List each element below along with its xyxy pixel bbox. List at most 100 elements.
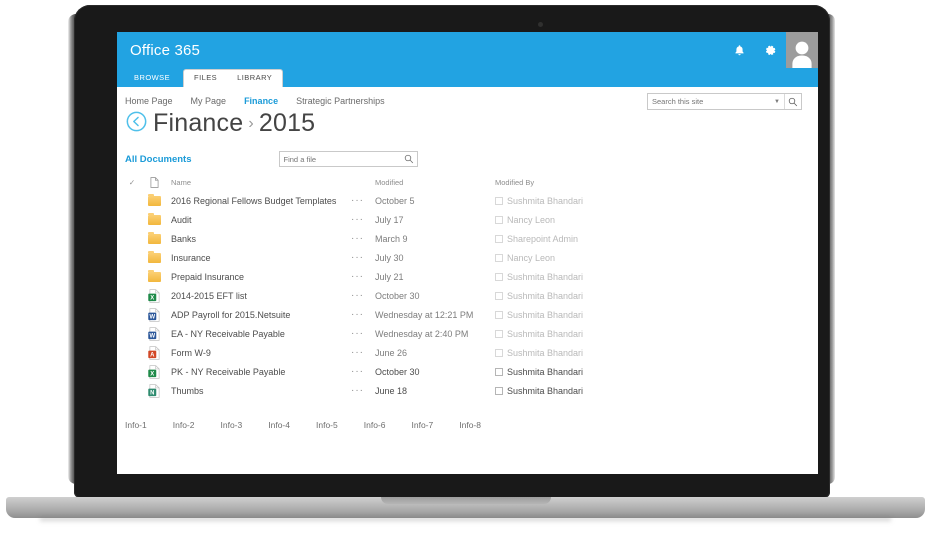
page-title-row: Finance › 2015 (117, 106, 818, 139)
row-ellipsis-menu[interactable]: ··· (351, 290, 375, 301)
row-ellipsis-menu[interactable]: ··· (351, 309, 375, 320)
row-name-link[interactable]: EA - NY Receivable Payable (171, 329, 285, 339)
row-modified-by-label: Sushmita Bhandari (507, 385, 584, 396)
column-header-modified-by[interactable]: Modified By (495, 178, 665, 187)
row-name-link[interactable]: Insurance (171, 253, 211, 263)
tab-browse[interactable]: BROWSE (125, 73, 179, 87)
footer-link-8[interactable]: Info-8 (459, 420, 481, 430)
row-name-link[interactable]: Prepaid Insurance (171, 272, 244, 282)
ribbon-selected-group: FILES LIBRARY (183, 69, 284, 87)
row-name-link[interactable]: Form W-9 (171, 348, 211, 358)
bell-icon[interactable] (724, 32, 755, 68)
row-ellipsis-menu[interactable]: ··· (351, 328, 375, 339)
word-file-icon: W (147, 326, 160, 341)
row-ellipsis-menu[interactable]: ··· (351, 385, 375, 396)
footer-link-6[interactable]: Info-6 (364, 420, 386, 430)
row-modified-by: Sushmita Bhandari (495, 291, 665, 301)
row-file-type-icon (141, 231, 167, 244)
site-search-input[interactable] (648, 96, 773, 107)
excel-file-icon: X (147, 288, 160, 303)
table-row[interactable]: X 2014-2015 EFT list ··· October 30 Sushmita… (117, 286, 818, 305)
table-row[interactable]: W EA - NY Receivable Payable ··· Wednesday … (117, 324, 818, 343)
footer-link-1[interactable]: Info-1 (125, 420, 147, 430)
footer-link-5[interactable]: Info-5 (316, 420, 338, 430)
gear-icon[interactable] (755, 32, 786, 68)
folder-icon (147, 193, 161, 206)
row-name-link[interactable]: 2016 Regional Fellows Budget Templates (171, 196, 336, 206)
nav-item-home-page[interactable]: Home Page (125, 96, 173, 106)
footer-info-links: Info-1 Info-2 Info-3 Info-4 Info-5 Info-6 Info… (117, 400, 818, 430)
document-library-list: ✓ Name Modified Modified By 2016 Regiona… (117, 177, 818, 400)
row-modified: October 30 (375, 366, 420, 377)
column-header-modified[interactable]: Modified (375, 178, 495, 187)
presence-checkbox-icon (495, 386, 503, 395)
table-row[interactable]: 2016 Regional Fellows Budget Templates ··… (117, 191, 818, 210)
page-body: Home Page My Page Finance Strategic Part… (117, 87, 818, 474)
row-name-link[interactable]: PK - NY Receivable Payable (171, 367, 285, 377)
presence-checkbox-icon (495, 367, 503, 376)
row-modified-by: Sushmita Bhandari (495, 310, 665, 320)
magnifier-icon[interactable] (401, 154, 417, 164)
row-name-link[interactable]: 2014-2015 EFT list (171, 291, 247, 301)
presence-checkbox-icon (495, 253, 503, 262)
nav-item-my-page[interactable]: My Page (191, 96, 227, 106)
table-row[interactable]: Banks ··· March 9 Sharepoint Admin (117, 229, 818, 248)
row-modified-by-label: Nancy Leon (507, 214, 556, 225)
table-row[interactable]: Prepaid Insurance ··· July 21 Sushmita Bhan… (117, 267, 818, 286)
table-row[interactable]: Audit ··· July 17 Nancy Leon (117, 210, 818, 229)
column-header-name[interactable]: Name (167, 178, 351, 187)
back-circle-icon[interactable] (126, 111, 147, 137)
tab-files[interactable]: FILES (184, 70, 227, 87)
nav-item-strategic-partnerships[interactable]: Strategic Partnerships (296, 96, 385, 106)
table-row[interactable]: N Thumbs ··· June 18 Sushmita Bhandari (117, 381, 818, 400)
row-name-link[interactable]: Banks (171, 234, 196, 244)
row-name-link[interactable]: Thumbs (171, 386, 204, 396)
folder-icon (147, 231, 161, 244)
presence-checkbox-icon (495, 310, 503, 319)
row-ellipsis-menu[interactable]: ··· (351, 233, 375, 244)
presence-checkbox-icon (495, 234, 503, 243)
row-modified: June 18 (375, 385, 408, 396)
site-search-box[interactable]: ▼ (647, 93, 802, 110)
magnifier-icon[interactable] (784, 94, 801, 109)
row-ellipsis-menu[interactable]: ··· (351, 214, 375, 225)
find-a-file-input[interactable] (279, 153, 401, 165)
footer-link-7[interactable]: Info-7 (412, 420, 434, 430)
row-name-link[interactable]: ADP Payroll for 2015.Netsuite (171, 310, 290, 320)
footer-link-2[interactable]: Info-2 (173, 420, 195, 430)
chevron-down-icon[interactable]: ▼ (772, 99, 784, 105)
table-row[interactable]: A Form W-9 ··· June 26 Sushmita Bhandari (117, 343, 818, 362)
tab-library[interactable]: LIBRARY (227, 70, 282, 87)
row-modified: Wednesday at 12:21 PM (375, 309, 474, 320)
table-row[interactable]: Insurance ··· July 30 Nancy Leon (117, 248, 818, 267)
row-modified-by-label: Sushmita Bhandari (507, 290, 584, 301)
row-modified-by: Sushmita Bhandari (495, 367, 665, 377)
footer-link-3[interactable]: Info-3 (221, 420, 243, 430)
svg-text:X: X (150, 371, 154, 377)
row-ellipsis-menu[interactable]: ··· (351, 347, 375, 358)
row-modified: March 9 (375, 233, 408, 244)
screenshot-stage: Office 365 BROWSE FILES LIBRARY Home Pag… (0, 0, 931, 535)
row-ellipsis-menu[interactable]: ··· (351, 195, 375, 206)
table-row[interactable]: X PK - NY Receivable Payable ··· October 30… (117, 362, 818, 381)
page-title-current: 2015 (258, 109, 316, 137)
row-ellipsis-menu[interactable]: ··· (351, 271, 375, 282)
footer-link-4[interactable]: Info-4 (268, 420, 290, 430)
select-all-check-icon[interactable]: ✓ (117, 178, 141, 187)
row-name-link[interactable]: Audit (171, 215, 192, 225)
view-selector-all-documents[interactable]: All Documents (125, 154, 192, 165)
row-file-type-icon (141, 212, 167, 225)
laptop-shadow (40, 517, 891, 523)
row-modified-by: Sushmita Bhandari (495, 386, 665, 396)
find-a-file-box[interactable] (278, 151, 418, 167)
row-ellipsis-menu[interactable]: ··· (351, 252, 375, 263)
table-row[interactable]: W ADP Payroll for 2015.Netsuite ··· Wednesd… (117, 305, 818, 324)
nav-item-finance[interactable]: Finance (244, 96, 278, 106)
row-ellipsis-menu[interactable]: ··· (351, 366, 375, 377)
row-file-type-icon: X (141, 288, 167, 303)
document-list-header: ✓ Name Modified Modified By (117, 177, 818, 191)
row-modified-by-label: Sushmita Bhandari (507, 195, 584, 206)
svg-text:N: N (150, 390, 154, 396)
avatar[interactable] (786, 32, 818, 68)
row-modified: Wednesday at 2:40 PM (375, 328, 469, 339)
